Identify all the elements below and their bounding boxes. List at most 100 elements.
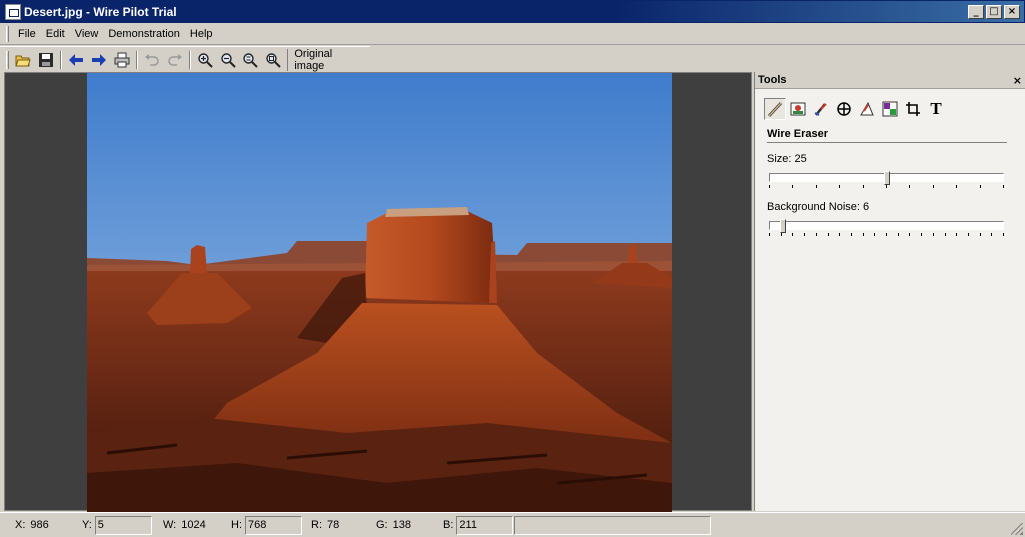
- wire-eraser-tool[interactable]: [764, 98, 786, 120]
- noise-slider-thumb[interactable]: [780, 219, 786, 233]
- status-g: G: 138: [376, 516, 411, 535]
- status-r: R: 78: [311, 516, 339, 535]
- slider-tick: [792, 233, 793, 236]
- undo-button[interactable]: [141, 49, 164, 71]
- resize-grip[interactable]: [1011, 523, 1023, 535]
- slider-tick: [863, 233, 864, 236]
- noise-slider-ticks: [769, 233, 1004, 237]
- crop-icon: [906, 102, 920, 116]
- slider-tick: [909, 185, 910, 188]
- window-controls: _ □ ×: [968, 5, 1020, 19]
- status-y-value: 5: [94, 515, 152, 535]
- slider-tick: [874, 233, 875, 236]
- slider-tick: [792, 185, 793, 188]
- clone-target-tool[interactable]: [833, 98, 855, 120]
- toolbar-separator: [189, 50, 192, 69]
- redo-icon: [167, 53, 182, 66]
- back-icon: [69, 53, 84, 66]
- color-picker-icon: [882, 101, 898, 117]
- image-canvas[interactable]: [4, 72, 752, 512]
- toolbar: Original image: [0, 46, 370, 72]
- tools-title: Tools: [758, 74, 787, 86]
- slider-tick: [886, 233, 887, 236]
- slider-tick: [898, 233, 899, 236]
- brush-tool[interactable]: [810, 98, 832, 120]
- minimize-button[interactable]: _: [968, 5, 984, 19]
- brush-icon: [814, 103, 827, 116]
- tools-close-button[interactable]: ×: [1013, 74, 1022, 87]
- size-label: Size: 25: [767, 153, 807, 165]
- status-x-label: X:: [15, 519, 26, 531]
- maximize-button[interactable]: □: [986, 5, 1002, 19]
- zoom-actual-button[interactable]: [262, 49, 285, 71]
- desert-photo[interactable]: [87, 73, 672, 512]
- status-y-label: Y:: [82, 519, 92, 531]
- slider-tick: [1003, 185, 1004, 188]
- status-r-value: 78: [327, 519, 340, 531]
- slider-tick: [828, 233, 829, 236]
- slider-tick: [980, 233, 981, 236]
- slider-tick: [769, 233, 770, 236]
- save-button[interactable]: [35, 49, 58, 71]
- background-noise-label: Background Noise: 6: [767, 201, 870, 213]
- status-h: H: 768: [231, 515, 302, 535]
- background-noise-slider[interactable]: [769, 219, 1004, 237]
- slider-tick: [909, 233, 910, 236]
- status-progress-bar: [514, 515, 711, 535]
- open-icon: [15, 55, 31, 66]
- original-image-button[interactable]: Original image: [287, 48, 370, 72]
- print-button[interactable]: [110, 49, 133, 71]
- menu-view[interactable]: View: [70, 28, 104, 40]
- menu-help[interactable]: Help: [185, 28, 218, 40]
- tools-header: Tools ×: [755, 72, 1025, 89]
- slider-tick: [956, 233, 957, 236]
- status-w-label: W:: [163, 519, 177, 531]
- crop-tool[interactable]: [902, 98, 924, 120]
- zoom-in-button[interactable]: [194, 49, 217, 71]
- zoom-actual-icon: [266, 52, 281, 68]
- slider-tick: [839, 233, 840, 236]
- tools-panel: Tools × T Wire Eraser Size: 25 Backgroun…: [754, 72, 1025, 511]
- slider-tick: [991, 233, 992, 236]
- noise-slider-track[interactable]: [769, 221, 1004, 230]
- redo-button[interactable]: [163, 49, 186, 71]
- wire-eraser-icon: [767, 101, 783, 117]
- title-bar: Desert.jpg - Wire Pilot Trial _ □ ×: [0, 0, 1025, 23]
- size-slider[interactable]: [769, 171, 1004, 189]
- back-button[interactable]: [65, 49, 88, 71]
- toolbar-separator: [60, 50, 63, 69]
- forward-icon: [92, 53, 106, 66]
- forward-button[interactable]: [88, 49, 111, 71]
- slider-tick: [781, 233, 782, 236]
- status-x-value: 986: [30, 519, 49, 531]
- status-h-label: H:: [231, 519, 242, 531]
- toolbar-grip[interactable]: [6, 50, 9, 69]
- triangle-ruler-icon: [860, 101, 874, 116]
- text-tool[interactable]: T: [925, 98, 947, 120]
- zoom-in-icon: [198, 52, 214, 68]
- menu-grip[interactable]: [6, 25, 9, 42]
- color-picker-tool[interactable]: [879, 98, 901, 120]
- undo-icon: [145, 53, 159, 66]
- app-icon[interactable]: [5, 3, 21, 20]
- image-restore-tool[interactable]: [787, 98, 809, 120]
- slider-tick: [980, 185, 981, 188]
- triangle-ruler-tool[interactable]: [856, 98, 878, 120]
- image-restore-icon: [790, 102, 806, 116]
- slider-tick: [863, 185, 864, 188]
- status-r-label: R:: [311, 519, 322, 531]
- menu-edit[interactable]: Edit: [41, 28, 70, 40]
- menu-demonstration[interactable]: Demonstration: [103, 28, 185, 40]
- status-g-value: 138: [392, 519, 411, 531]
- zoom-out-button[interactable]: [217, 49, 240, 71]
- desert-photo-image: [87, 73, 672, 512]
- size-slider-thumb[interactable]: [884, 171, 890, 185]
- close-button[interactable]: ×: [1004, 5, 1020, 19]
- size-slider-ticks: [769, 185, 1004, 189]
- zoom-fit-button[interactable]: [239, 49, 262, 71]
- menu-file[interactable]: File: [13, 28, 41, 40]
- slider-tick: [804, 233, 805, 236]
- text-icon: T: [930, 99, 942, 118]
- open-button[interactable]: [12, 49, 35, 71]
- status-b: B: 211: [443, 515, 514, 535]
